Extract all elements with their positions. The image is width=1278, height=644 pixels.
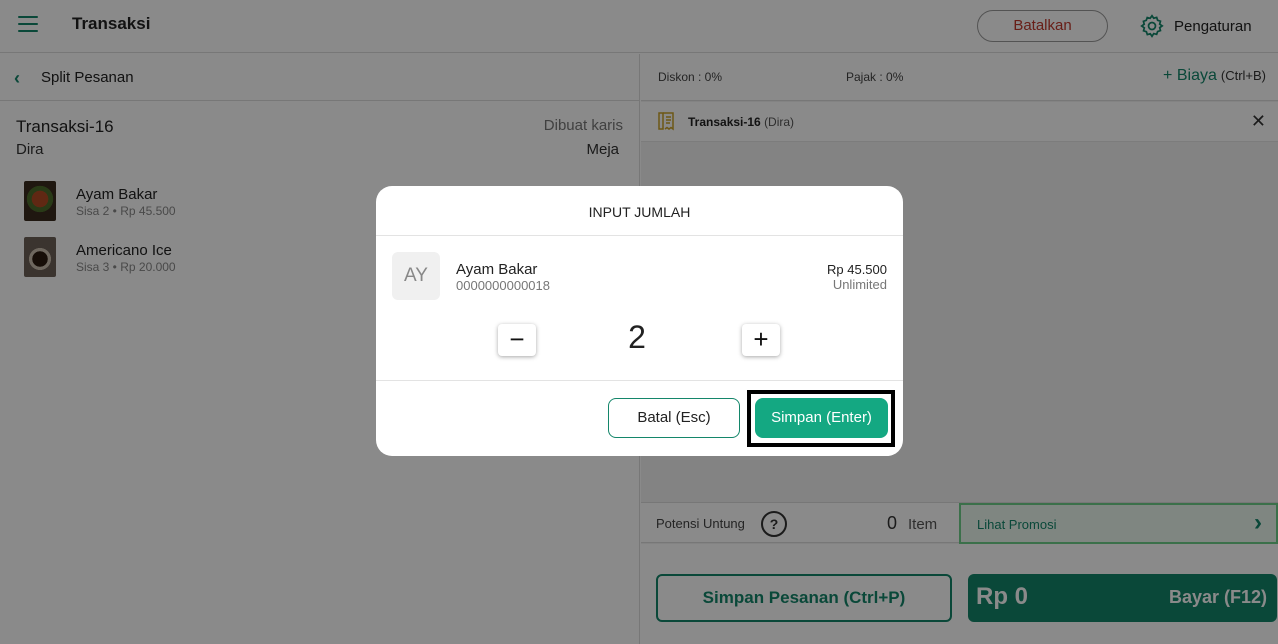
- quantity-input-modal: INPUT JUMLAH AY Ayam Bakar 0000000000018…: [376, 186, 903, 456]
- decrease-quantity-button[interactable]: −: [498, 324, 536, 356]
- product-stock: Unlimited: [832, 277, 887, 292]
- increase-quantity-button[interactable]: +: [742, 324, 780, 356]
- cancel-button[interactable]: Batal (Esc): [608, 398, 740, 438]
- divider: [376, 235, 903, 236]
- modal-title: INPUT JUMLAH: [588, 204, 691, 220]
- product-code: 0000000000018: [456, 278, 550, 293]
- product-name: Ayam Bakar: [456, 261, 538, 278]
- product-price: Rp 45.500: [827, 262, 887, 277]
- divider: [376, 380, 903, 381]
- quantity-value[interactable]: 2: [607, 319, 667, 356]
- product-avatar: AY: [392, 252, 440, 300]
- save-button[interactable]: Simpan (Enter): [755, 398, 888, 438]
